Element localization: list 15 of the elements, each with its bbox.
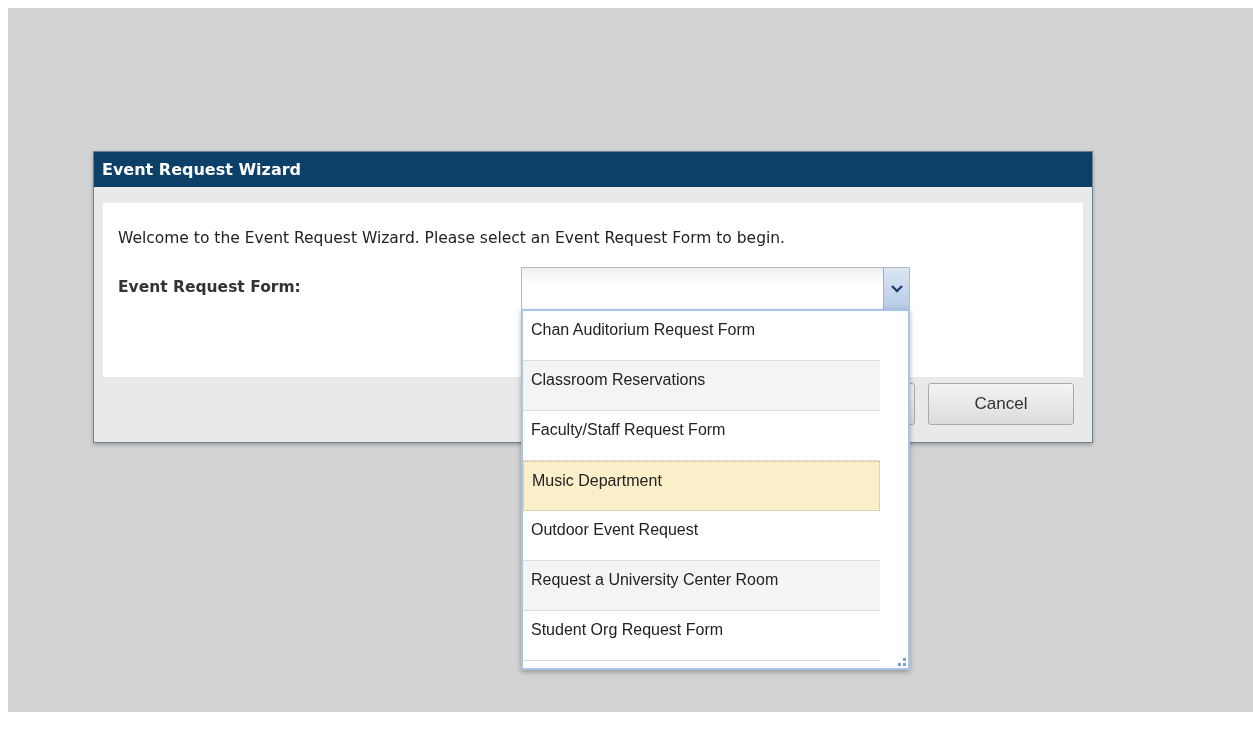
cancel-button[interactable]: Cancel: [928, 383, 1074, 425]
dropdown-option[interactable]: Student Org Request Form: [523, 611, 880, 661]
dropdown-option[interactable]: Chan Auditorium Request Form: [523, 311, 880, 361]
dropdown-option[interactable]: Music Department: [523, 461, 880, 511]
dropdown-field[interactable]: [521, 267, 910, 310]
dropdown-option[interactable]: Outdoor Event Request: [523, 511, 880, 561]
dropdown-option[interactable]: Request a University Center Room: [523, 561, 880, 611]
dialog-title: Event Request Wizard: [102, 160, 301, 179]
field-label: Event Request Form:: [118, 277, 302, 298]
resize-grip-icon: [898, 658, 906, 666]
chevron-down-icon: [890, 284, 903, 293]
dropdown-option[interactable]: Faculty/Staff Request Form: [523, 411, 880, 461]
dropdown-option[interactable]: Classroom Reservations: [523, 361, 880, 411]
intro-text: Welcome to the Event Request Wizard. Please select an Event Request Form to begin.: [118, 228, 787, 247]
dropdown-trigger[interactable]: [883, 268, 909, 309]
